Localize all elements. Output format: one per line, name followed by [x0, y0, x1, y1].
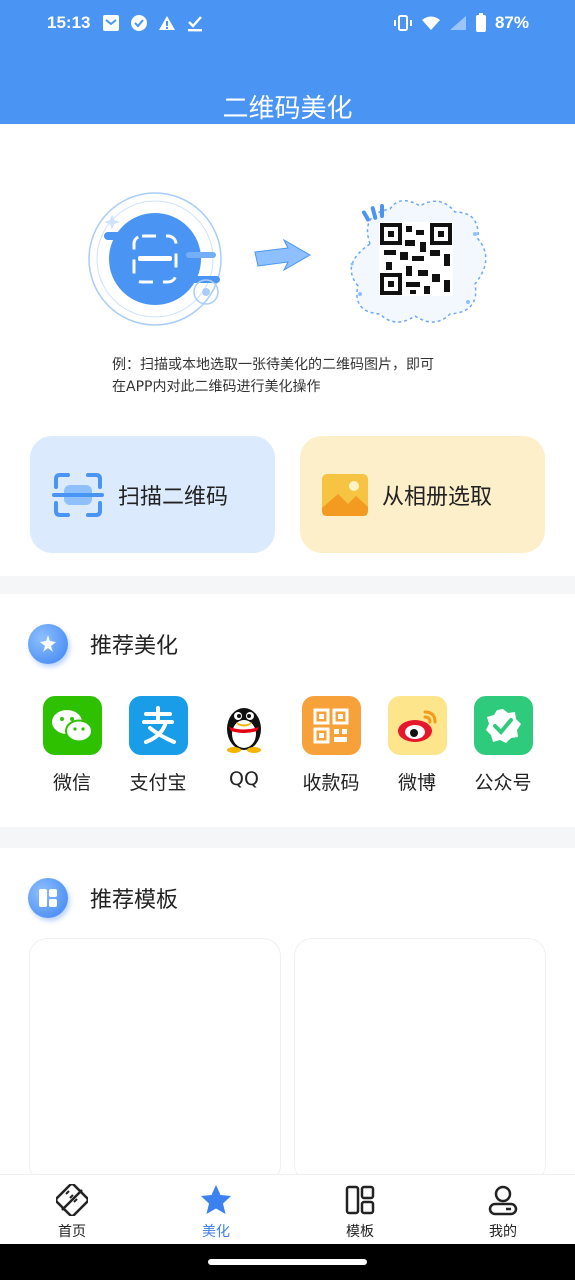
- section-divider: [0, 827, 575, 848]
- battery-icon: [475, 13, 486, 32]
- app-official-account[interactable]: 公众号: [463, 696, 543, 795]
- scan-to-beautify-illustration: [88, 192, 487, 326]
- tab-beautify-label: 美化: [202, 1224, 230, 1240]
- signal-icon: [449, 16, 466, 30]
- weibo-icon: [387, 696, 447, 755]
- tab-templates-label: 模板: [346, 1224, 374, 1240]
- user-icon: [463, 1183, 543, 1217]
- qq-penguin-icon: [215, 696, 274, 755]
- status-time: 15:13: [47, 13, 91, 32]
- tab-home[interactable]: 首页: [32, 1183, 112, 1241]
- pick-from-album-button[interactable]: 从相册选取: [300, 436, 545, 553]
- image-icon: [322, 473, 368, 516]
- system-nav-bar: [0, 1244, 575, 1280]
- wechat-icon: [42, 696, 102, 755]
- bottom-tab-bar: 首页 美化 模板 我的: [0, 1174, 575, 1244]
- tab-home-label: 首页: [58, 1224, 86, 1240]
- pencil-ruler-icon: [32, 1183, 112, 1217]
- official-account-icon: [473, 696, 533, 755]
- tab-beautify[interactable]: 美化: [176, 1183, 256, 1241]
- app-alipay[interactable]: 支付宝: [118, 696, 198, 795]
- hero-instruction: 例：扫描或本地选取一张待美化的二维码图片，即可 在APP内对此二维码进行美化操作: [112, 354, 472, 398]
- scan-qr-button[interactable]: 扫描二维码: [30, 436, 275, 553]
- template-icon: [28, 878, 68, 918]
- app-weibo-label: 微博: [397, 772, 436, 794]
- download-done-icon: [188, 16, 202, 32]
- hero-instruction-line1: 例：扫描或本地选取一张待美化的二维码图片，即可: [112, 357, 434, 373]
- status-right-icons: 87%: [393, 13, 529, 33]
- title-bar: 二维码美化: [0, 48, 575, 124]
- home-indicator[interactable]: [208, 1259, 367, 1265]
- app-wechat-label: 微信: [52, 772, 91, 794]
- template-card[interactable]: [294, 938, 546, 1183]
- vibrate-icon: [393, 15, 412, 31]
- payment-qr-icon: [301, 696, 361, 755]
- pick-from-album-label: 从相册选取: [382, 484, 493, 510]
- recommend-beautify-title: 推荐美化: [90, 634, 179, 659]
- arrow-right-icon: [254, 238, 312, 272]
- alipay-icon: [128, 696, 188, 755]
- hero-section: 例：扫描或本地选取一张待美化的二维码图片，即可 在APP内对此二维码进行美化操作…: [0, 124, 575, 576]
- status-bar: 15:13 87%: [0, 0, 575, 48]
- app-official-account-label: 公众号: [474, 772, 532, 794]
- tab-mine-label: 我的: [489, 1224, 517, 1240]
- template-card[interactable]: [29, 938, 281, 1183]
- tab-templates[interactable]: 模板: [320, 1183, 400, 1241]
- app-payment-code-label: 收款码: [302, 772, 360, 794]
- status-notification-icons: [102, 14, 204, 32]
- scan-qr-label: 扫描二维码: [118, 484, 229, 510]
- battery-percent: 87%: [494, 13, 529, 32]
- recommend-templates-title: 推荐模板: [90, 888, 179, 913]
- warning-icon: [159, 16, 175, 30]
- app-qq[interactable]: QQ: [204, 696, 284, 790]
- section-divider: [0, 576, 575, 594]
- mail-icon: [103, 15, 119, 31]
- scan-circle-icon: [88, 192, 222, 326]
- page-title: 二维码美化: [222, 94, 353, 124]
- hero-instruction-line2: 在APP内对此二维码进行美化操作: [112, 379, 321, 395]
- app-qq-label: QQ: [229, 768, 259, 790]
- check-circle-icon: [131, 15, 147, 31]
- app-payment-code[interactable]: 收款码: [291, 696, 371, 795]
- app-wechat[interactable]: 微信: [32, 696, 112, 795]
- qr-cloud-icon: [350, 200, 487, 323]
- star-icon: [176, 1183, 256, 1217]
- scan-icon: [52, 472, 104, 517]
- wifi-icon: [421, 16, 440, 30]
- tab-mine[interactable]: 我的: [463, 1183, 543, 1241]
- magic-wand-icon: [28, 624, 68, 664]
- app-weibo[interactable]: 微博: [377, 696, 457, 795]
- recommend-beautify-header: 推荐美化: [28, 624, 178, 664]
- template-grid-icon: [320, 1183, 400, 1217]
- recommend-templates-header: 推荐模板: [28, 878, 178, 918]
- app-alipay-label: 支付宝: [129, 772, 187, 794]
